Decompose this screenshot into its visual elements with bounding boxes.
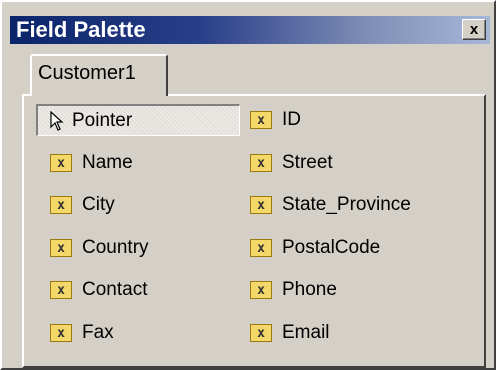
- field-icon: x: [50, 281, 72, 299]
- title-bar[interactable]: Field Palette x: [10, 16, 490, 44]
- field-icon: x: [50, 239, 72, 257]
- field-item-email[interactable]: x Email: [250, 318, 330, 348]
- field-label: City: [82, 194, 115, 215]
- pointer-tool[interactable]: Pointer: [36, 104, 240, 136]
- field-item-city[interactable]: x City: [50, 190, 115, 220]
- field-item-state-province[interactable]: x State_Province: [250, 190, 411, 220]
- tab-customer1[interactable]: Customer1: [30, 54, 168, 96]
- field-label: Fax: [82, 322, 114, 343]
- field-item-phone[interactable]: x Phone: [250, 275, 337, 305]
- tab-label: Customer1: [38, 62, 136, 84]
- field-label: Phone: [282, 279, 337, 300]
- field-item-fax[interactable]: x Fax: [50, 318, 114, 348]
- field-icon: x: [50, 154, 72, 172]
- field-label: Street: [282, 152, 333, 173]
- field-icon: x: [250, 324, 272, 342]
- pointer-arrow-icon: [50, 110, 64, 131]
- close-button[interactable]: x: [462, 19, 486, 40]
- field-label: PostalCode: [282, 237, 381, 258]
- window-title: Field Palette: [16, 17, 146, 42]
- field-palette-panel: Pointer x ID x Name x Street x City x St…: [22, 94, 486, 368]
- field-icon: x: [250, 281, 272, 299]
- field-label: Country: [82, 237, 149, 258]
- field-icon: x: [250, 239, 272, 257]
- field-label: Contact: [82, 279, 148, 300]
- close-icon: x: [469, 21, 479, 38]
- field-icon: x: [250, 196, 272, 214]
- field-icon: x: [250, 154, 272, 172]
- field-icon: x: [50, 196, 72, 214]
- pointer-label: Pointer: [72, 109, 133, 131]
- field-item-street[interactable]: x Street: [250, 148, 333, 178]
- field-label: Email: [282, 322, 330, 343]
- field-label: State_Province: [282, 194, 411, 215]
- field-item-contact[interactable]: x Contact: [50, 275, 147, 305]
- field-label: ID: [282, 109, 301, 130]
- field-palette-window: Field Palette x Customer1 Pointer x ID x…: [0, 0, 496, 370]
- field-icon: x: [50, 324, 72, 342]
- field-label: Name: [82, 152, 133, 173]
- field-item-postalcode[interactable]: x PostalCode: [250, 233, 380, 263]
- field-icon: x: [250, 111, 272, 129]
- field-item-id[interactable]: x ID: [250, 105, 301, 135]
- field-item-name[interactable]: x Name: [50, 148, 133, 178]
- field-item-country[interactable]: x Country: [50, 233, 149, 263]
